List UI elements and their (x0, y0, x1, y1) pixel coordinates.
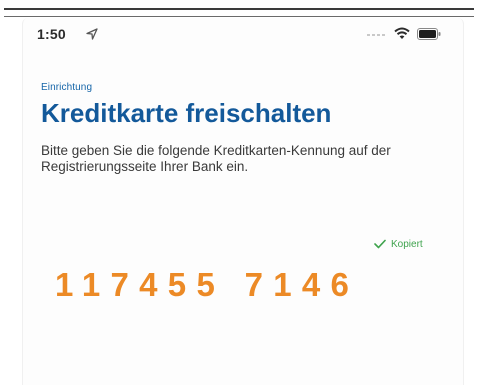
top-border-line (4, 8, 474, 10)
copied-label: Kopiert (391, 238, 423, 250)
battery-icon (417, 28, 441, 40)
app-screen: 1:50 Einrichtung Kreditkarte freischalte… (22, 18, 464, 385)
checkmark-icon (374, 239, 386, 249)
status-time: 1:50 (37, 26, 66, 42)
page-title: Kreditkarte freischalten (41, 98, 332, 128)
instruction-text: Bitte geben Sie die folgende Kreditkarte… (41, 143, 391, 174)
card-identifier[interactable]: 117455 7146 (55, 266, 359, 304)
status-bar: 1:50 (23, 18, 463, 48)
location-arrow-icon (86, 28, 98, 40)
signal-icon (367, 34, 385, 36)
section-label: Einrichtung (41, 82, 93, 93)
wifi-icon (394, 27, 410, 39)
copied-indicator: Kopiert (374, 237, 423, 251)
top-border-line-secondary (4, 16, 474, 17)
